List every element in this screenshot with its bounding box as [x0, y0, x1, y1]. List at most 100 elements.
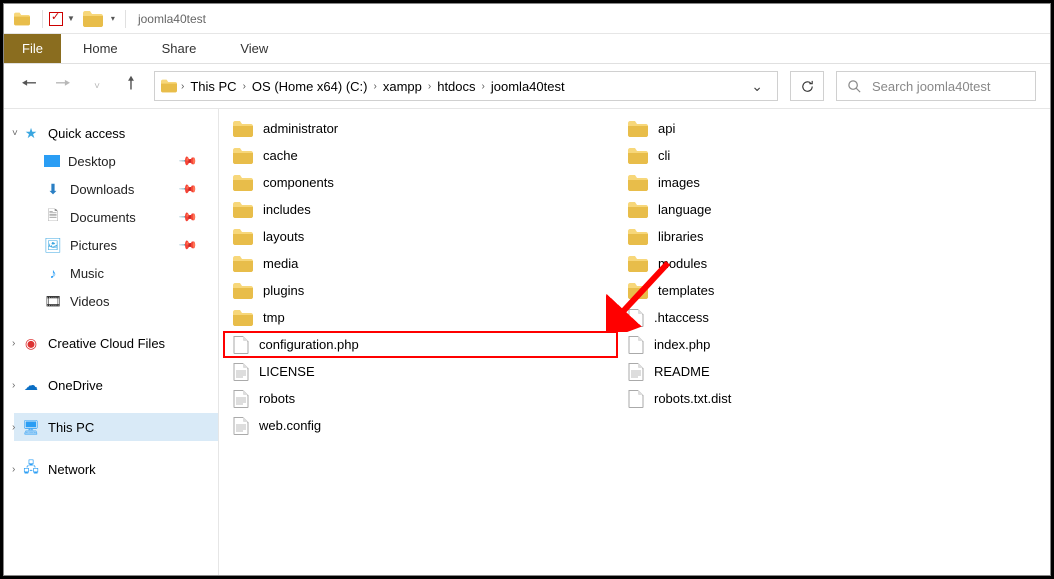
crumb-xampp[interactable]: xampp	[377, 79, 428, 94]
item-label: README	[654, 364, 710, 379]
folder-item[interactable]: administrator	[223, 115, 618, 142]
file-item[interactable]: configuration.php	[223, 331, 618, 358]
item-label: robots	[259, 391, 295, 406]
item-label: components	[263, 175, 334, 190]
creative-cloud-icon: ◉	[22, 335, 40, 351]
folder-item[interactable]: api	[618, 115, 1013, 142]
expand-icon[interactable]: ›	[12, 380, 15, 391]
refresh-button[interactable]	[790, 71, 824, 101]
sidebar-item-downloads[interactable]: ⬇ Downloads📌	[14, 175, 218, 203]
folder-item[interactable]: templates	[618, 277, 1013, 304]
item-label: language	[658, 202, 712, 217]
address-bar[interactable]: › This PC › OS (Home x64) (C:) › xampp ›…	[154, 71, 778, 101]
item-label: .htaccess	[654, 310, 709, 325]
folder-item[interactable]: media	[223, 250, 618, 277]
folder-item[interactable]: cli	[618, 142, 1013, 169]
recent-dropdown-icon[interactable]: ˅	[86, 81, 108, 92]
qat-folder-icon[interactable]	[83, 11, 103, 27]
file-pane[interactable]: administrator cache components includes layo…	[219, 109, 1050, 575]
file-column-1: administrator cache components includes layo…	[223, 115, 618, 439]
tab-home[interactable]: Home	[61, 34, 140, 63]
pin-icon: 📌	[178, 235, 198, 255]
folder-item[interactable]: modules	[618, 250, 1013, 277]
address-dropdown-icon[interactable]: ⌄	[743, 78, 771, 95]
qat-dropdown-icon[interactable]: ▼	[67, 14, 75, 23]
item-label: templates	[658, 283, 714, 298]
expand-icon[interactable]: ˅	[12, 128, 18, 139]
item-label: LICENSE	[259, 364, 315, 379]
file-item[interactable]: README	[618, 358, 1013, 385]
sidebar-item-documents[interactable]: 🗎 Documents📌	[14, 203, 218, 231]
content-area: ˅ ★ Quick access Desktop📌 ⬇ Downloads📌 🗎…	[4, 108, 1050, 575]
item-label: api	[658, 121, 675, 136]
explorer-window: ▼ ▾ joomla40test File Home Share View 🠔 …	[3, 3, 1051, 576]
item-label: includes	[263, 202, 311, 217]
pin-icon: 📌	[178, 179, 198, 199]
sidebar: ˅ ★ Quick access Desktop📌 ⬇ Downloads📌 🗎…	[4, 109, 219, 575]
expand-icon[interactable]: ›	[12, 422, 15, 433]
music-icon: ♪	[44, 265, 62, 281]
file-item[interactable]: index.php	[618, 331, 1013, 358]
sidebar-item-videos[interactable]: 🎞 Videos	[14, 287, 218, 315]
expand-icon[interactable]: ›	[12, 464, 15, 475]
app-icon	[14, 12, 30, 26]
crumb-htdocs[interactable]: htdocs	[431, 79, 481, 94]
item-label: robots.txt.dist	[654, 391, 731, 406]
folder-item[interactable]: images	[618, 169, 1013, 196]
item-label: index.php	[654, 337, 710, 352]
folder-item[interactable]: plugins	[223, 277, 618, 304]
item-label: media	[263, 256, 298, 271]
file-item[interactable]: robots.txt.dist	[618, 385, 1013, 412]
downloads-icon: ⬇	[44, 181, 62, 197]
pictures-icon: 🖼	[44, 237, 62, 253]
crumb-current[interactable]: joomla40test	[485, 79, 571, 94]
folder-item[interactable]: cache	[223, 142, 618, 169]
sidebar-onedrive[interactable]: › ☁ OneDrive	[14, 371, 218, 399]
folder-item[interactable]: includes	[223, 196, 618, 223]
sidebar-creative-cloud[interactable]: › ◉ Creative Cloud Files	[14, 329, 218, 357]
file-item[interactable]: .htaccess	[618, 304, 1013, 331]
folder-item[interactable]: components	[223, 169, 618, 196]
desktop-icon	[44, 155, 60, 167]
crumb-thispc[interactable]: This PC	[184, 79, 242, 94]
file-item[interactable]: robots	[223, 385, 618, 412]
folder-item[interactable]: layouts	[223, 223, 618, 250]
back-button[interactable]: 🠔	[18, 71, 40, 101]
item-label: configuration.php	[259, 337, 359, 352]
videos-icon: 🎞	[44, 293, 62, 309]
network-icon: 🖧	[22, 461, 40, 477]
item-label: cli	[658, 148, 670, 163]
sidebar-item-desktop[interactable]: Desktop📌	[14, 147, 218, 175]
file-column-2: api cli images language libraries modules temp…	[618, 115, 1013, 439]
crumb-drive[interactable]: OS (Home x64) (C:)	[246, 79, 374, 94]
search-placeholder: Search joomla40test	[872, 79, 991, 94]
file-item[interactable]: web.config	[223, 412, 618, 439]
sidebar-this-pc[interactable]: › 🖥 This PC	[14, 413, 218, 441]
item-label: plugins	[263, 283, 304, 298]
search-input[interactable]: Search joomla40test	[836, 71, 1036, 101]
expand-icon[interactable]: ›	[12, 338, 15, 349]
documents-icon: 🗎	[44, 209, 62, 225]
folder-item[interactable]: language	[618, 196, 1013, 223]
sidebar-network[interactable]: › 🖧 Network	[14, 455, 218, 483]
sidebar-item-music[interactable]: ♪ Music	[14, 259, 218, 287]
folder-item[interactable]: tmp	[223, 304, 618, 331]
qat-customize-icon[interactable]: ▾	[111, 14, 115, 23]
file-item[interactable]: LICENSE	[223, 358, 618, 385]
sidebar-quick-access[interactable]: ˅ ★ Quick access	[14, 119, 218, 147]
up-button[interactable]: 🠕	[120, 71, 142, 101]
item-label: cache	[263, 148, 298, 163]
file-tab[interactable]: File	[4, 34, 61, 63]
ribbon: File Home Share View	[4, 34, 1050, 64]
item-label: images	[658, 175, 700, 190]
search-icon	[847, 79, 862, 94]
item-label: modules	[658, 256, 707, 271]
folder-item[interactable]: libraries	[618, 223, 1013, 250]
tab-view[interactable]: View	[218, 34, 290, 63]
sidebar-item-pictures[interactable]: 🖼 Pictures📌	[14, 231, 218, 259]
refresh-icon	[800, 79, 815, 94]
window-title: joomla40test	[138, 12, 206, 26]
pin-icon: 📌	[178, 207, 198, 227]
qat-properties-icon[interactable]	[49, 12, 63, 26]
tab-share[interactable]: Share	[140, 34, 219, 63]
